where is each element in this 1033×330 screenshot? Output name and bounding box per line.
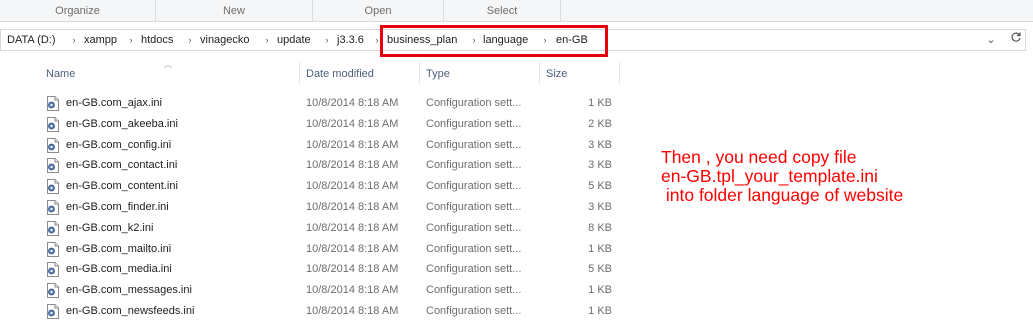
file-row[interactable]: en-GB.com_newsfeeds.ini 10/8/2014 8:18 AM…: [0, 301, 620, 322]
config-file-icon: [46, 242, 60, 257]
breadcrumb-j336[interactable]: j3.3.6: [337, 30, 364, 50]
file-size: 3 KB: [588, 159, 612, 171]
ribbon-group-new: New: [156, 0, 313, 21]
file-size: 8 KB: [588, 222, 612, 234]
refresh-icon[interactable]: [1006, 29, 1026, 51]
ribbon-group-select: Select: [444, 0, 561, 21]
file-size: 3 KB: [588, 139, 612, 151]
file-size: 3 KB: [588, 201, 612, 213]
highlight-box: [380, 25, 608, 57]
file-name: en-GB.com_mailto.ini: [66, 243, 172, 255]
file-date: 10/8/2014 8:18 AM: [306, 159, 399, 171]
file-type: Configuration sett...: [426, 201, 522, 213]
file-size: 1 KB: [588, 97, 612, 109]
file-row[interactable]: en-GB.com_messages.ini 10/8/2014 8:18 AM C…: [0, 280, 620, 301]
file-date: 10/8/2014 8:18 AM: [306, 97, 399, 109]
chevron-right-icon[interactable]: ›: [70, 30, 78, 50]
file-name: en-GB.com_contact.ini: [66, 159, 178, 171]
file-date: 10/8/2014 8:18 AM: [306, 243, 399, 255]
column-header-type[interactable]: Type: [420, 62, 540, 84]
file-name: en-GB.com_k2.ini: [66, 222, 154, 234]
file-size: 1 KB: [588, 284, 612, 296]
ribbon-group-open: Open: [313, 0, 444, 21]
file-type: Configuration sett...: [426, 263, 522, 275]
config-file-icon: [46, 304, 60, 319]
file-row[interactable]: en-GB.com_config.ini 10/8/2014 8:18 AM Con…: [0, 135, 620, 156]
file-name: en-GB.com_config.ini: [66, 139, 172, 151]
config-file-icon: [46, 117, 60, 132]
chevron-down-icon[interactable]: ⌄: [983, 30, 999, 50]
file-type: Configuration sett...: [426, 180, 522, 192]
file-date: 10/8/2014 8:18 AM: [306, 139, 399, 151]
file-row[interactable]: en-GB.com_ajax.ini 10/8/2014 8:18 AM Confi…: [0, 93, 620, 114]
config-file-icon: [46, 283, 60, 298]
config-file-icon: [46, 138, 60, 153]
config-file-icon: [46, 262, 60, 277]
file-name: en-GB.com_akeeba.ini: [66, 118, 178, 130]
chevron-right-icon[interactable]: ›: [186, 30, 194, 50]
column-header-date[interactable]: Date modified: [300, 62, 420, 84]
file-date: 10/8/2014 8:18 AM: [306, 222, 399, 234]
file-size: 1 KB: [588, 305, 612, 317]
config-file-icon: [46, 158, 60, 173]
file-size: 1 KB: [588, 243, 612, 255]
file-row[interactable]: en-GB.com_media.ini 10/8/2014 8:18 AM Conf…: [0, 259, 620, 280]
breadcrumb-update[interactable]: update: [277, 30, 311, 50]
file-type: Configuration sett...: [426, 159, 522, 171]
file-row[interactable]: en-GB.com_content.ini 10/8/2014 8:18 AM Co…: [0, 176, 620, 197]
file-row[interactable]: en-GB.com_akeeba.ini 10/8/2014 8:18 AM Con…: [0, 114, 620, 135]
ribbon-group-labels: Organize New Open Select: [0, 0, 1033, 22]
file-size: 5 KB: [588, 180, 612, 192]
file-name: en-GB.com_messages.ini: [66, 284, 192, 296]
chevron-right-icon[interactable]: ›: [127, 30, 135, 50]
file-row[interactable]: en-GB.com_mailto.ini 10/8/2014 8:18 AM Con…: [0, 239, 620, 260]
config-file-icon: [46, 179, 60, 194]
file-name: en-GB.com_finder.ini: [66, 201, 169, 213]
file-row[interactable]: en-GB.com_k2.ini 10/8/2014 8:18 AM Configu…: [0, 218, 620, 239]
breadcrumb-data-drive[interactable]: DATA (D:): [7, 30, 55, 50]
file-type: Configuration sett...: [426, 222, 522, 234]
file-row[interactable]: en-GB.com_finder.ini 10/8/2014 8:18 AM Con…: [0, 197, 620, 218]
file-date: 10/8/2014 8:18 AM: [306, 180, 399, 192]
file-type: Configuration sett...: [426, 118, 522, 130]
file-date: 10/8/2014 8:18 AM: [306, 284, 399, 296]
file-type: Configuration sett...: [426, 284, 522, 296]
file-name: en-GB.com_ajax.ini: [66, 97, 162, 109]
file-row[interactable]: en-GB.com_contact.ini 10/8/2014 8:18 AM Co…: [0, 155, 620, 176]
file-type: Configuration sett...: [426, 243, 522, 255]
file-date: 10/8/2014 8:18 AM: [306, 118, 399, 130]
file-date: 10/8/2014 8:18 AM: [306, 201, 399, 213]
breadcrumb-vinagecko[interactable]: vinagecko: [200, 30, 250, 50]
config-file-icon: [46, 200, 60, 215]
file-type: Configuration sett...: [426, 97, 522, 109]
file-name: en-GB.com_newsfeeds.ini: [66, 305, 195, 317]
column-header-size[interactable]: Size: [540, 62, 620, 84]
config-file-icon: [46, 221, 60, 236]
annotation-text: Then , you need copy file en-GB.tpl_your…: [661, 147, 904, 205]
file-type: Configuration sett...: [426, 305, 522, 317]
file-size: 5 KB: [588, 263, 612, 275]
chevron-right-icon[interactable]: ›: [323, 30, 331, 50]
ribbon-group-organize: Organize: [0, 0, 156, 21]
column-header-name[interactable]: Name: [40, 62, 300, 84]
config-file-icon: [46, 96, 60, 111]
file-name: en-GB.com_media.ini: [66, 263, 172, 275]
file-date: 10/8/2014 8:18 AM: [306, 305, 399, 317]
file-name: en-GB.com_content.ini: [66, 180, 178, 192]
breadcrumb-htdocs[interactable]: htdocs: [141, 30, 173, 50]
file-size: 2 KB: [588, 118, 612, 130]
breadcrumb-xampp[interactable]: xampp: [84, 30, 117, 50]
chevron-right-icon[interactable]: ›: [263, 30, 271, 50]
file-type: Configuration sett...: [426, 139, 522, 151]
file-date: 10/8/2014 8:18 AM: [306, 263, 399, 275]
